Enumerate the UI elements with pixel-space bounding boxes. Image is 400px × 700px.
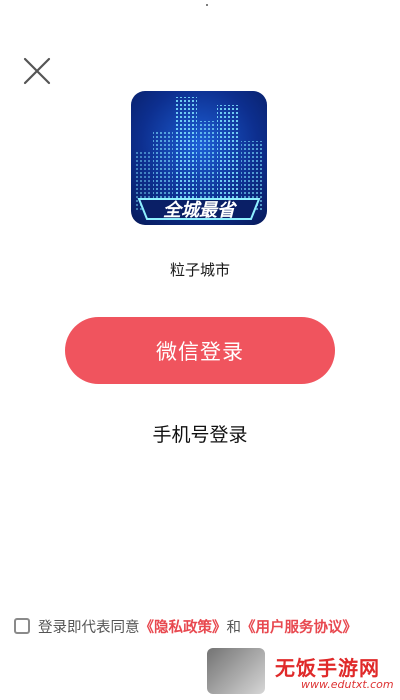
watermark-url: www.edutxt.com	[301, 678, 394, 691]
app-name: 粒子城市	[169, 261, 230, 279]
privacy-policy-link[interactable]: 《隐私政策》	[140, 616, 227, 637]
status-dot	[206, 4, 208, 6]
agreement-checkbox[interactable]	[14, 618, 30, 634]
agreement-row: 登录即代表同意 《隐私政策》 和 《用户服务协议》	[14, 615, 357, 637]
wechat-login-button[interactable]: 微信登录	[65, 317, 335, 384]
close-icon	[23, 57, 51, 85]
agreement-connector: 和	[226, 619, 242, 636]
logo-text: 全城最省	[163, 200, 238, 221]
watermark: 无饭手游网 www.edutxt.com	[205, 646, 395, 696]
phone-login-link[interactable]: 手机号登录	[0, 420, 400, 447]
city-skyline-icon: 全城最省	[135, 97, 263, 221]
close-button[interactable]	[18, 52, 56, 90]
agreement-prefix: 登录即代表同意	[38, 619, 140, 636]
app-logo: 全城最省	[131, 91, 267, 225]
watermark-title: 无饭手游网	[275, 656, 380, 680]
watermark-logo	[207, 648, 265, 694]
terms-link[interactable]: 《用户服务协议》	[241, 616, 357, 637]
